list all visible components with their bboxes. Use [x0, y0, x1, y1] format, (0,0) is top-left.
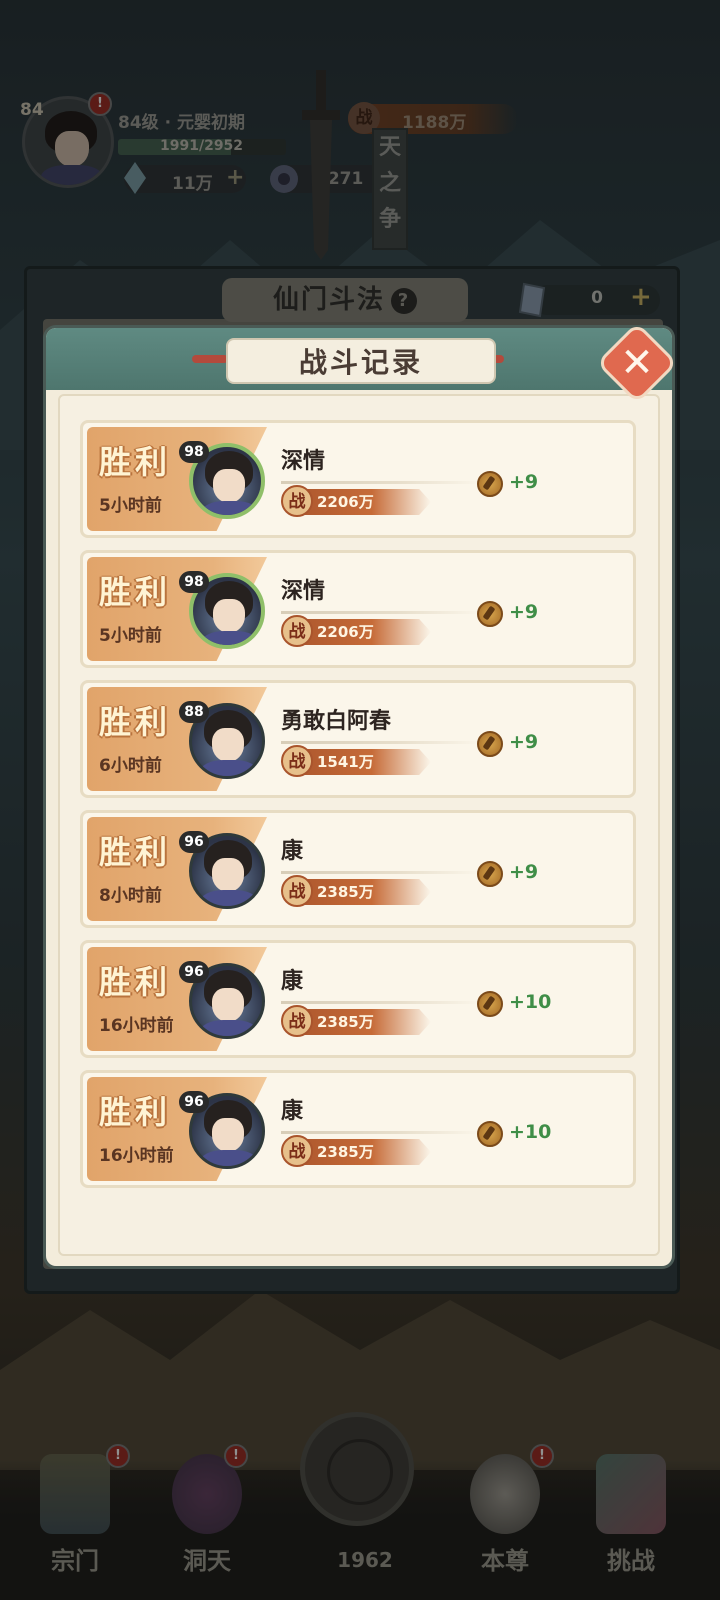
opponent-level: 98: [179, 441, 209, 463]
merit-coin-icon: [477, 991, 503, 1017]
result-label: 胜利: [99, 443, 172, 481]
power-badge-icon: 战: [281, 485, 313, 517]
avatar-face: [212, 1118, 244, 1152]
opponent-name: 深情: [281, 449, 326, 474]
reward-amount: +9: [509, 731, 539, 753]
result-label: 胜利: [99, 833, 172, 871]
merit-coin-icon: [477, 1121, 503, 1147]
power-badge-icon: 战: [281, 1135, 313, 1167]
battle-record-list[interactable]: 胜利 5小时前 98 深情 战 2206万 +9 胜利 5小时前 98 深情 战…: [80, 420, 636, 1206]
name-divider: [281, 1131, 481, 1134]
name-divider: [281, 1001, 481, 1004]
battle-record-row[interactable]: 胜利 16小时前 96 康 战 2385万 +10: [80, 940, 636, 1058]
opponent-name: 康: [281, 1099, 304, 1124]
reward-amount: +10: [509, 991, 552, 1013]
power-badge-icon: 战: [281, 615, 313, 647]
opponent-name: 康: [281, 969, 304, 994]
merit-coin-icon: [477, 471, 503, 497]
close-icon[interactable]: ✕: [608, 334, 666, 392]
battle-record-row[interactable]: 胜利 8小时前 96 康 战 2385万 +9: [80, 810, 636, 928]
opponent-power: 2385万: [317, 1143, 374, 1161]
power-badge-icon: 战: [281, 875, 313, 907]
avatar-face: [212, 858, 244, 892]
battle-record-row[interactable]: 胜利 6小时前 88 勇敢白阿春 战 1541万 +9: [80, 680, 636, 798]
avatar-face: [212, 728, 244, 762]
opponent-level: 96: [179, 1091, 209, 1113]
battle-record-row[interactable]: 胜利 5小时前 98 深情 战 2206万 +9: [80, 420, 636, 538]
opponent-level: 96: [179, 961, 209, 983]
record-time: 16小时前: [99, 1146, 174, 1166]
result-label: 胜利: [99, 703, 172, 741]
power-badge-icon: 战: [281, 1005, 313, 1037]
merit-coin-icon: [477, 601, 503, 627]
reward-amount: +10: [509, 1121, 552, 1143]
result-label: 胜利: [99, 573, 172, 611]
reward-amount: +9: [509, 471, 539, 493]
merit-coin-icon: [477, 861, 503, 887]
result-label: 胜利: [99, 963, 172, 1001]
battle-record-row[interactable]: 胜利 5小时前 98 深情 战 2206万 +9: [80, 550, 636, 668]
opponent-power: 2206万: [317, 623, 374, 641]
record-time: 5小时前: [99, 496, 162, 516]
avatar-face: [213, 599, 245, 633]
name-divider: [281, 741, 481, 744]
battle-record-row[interactable]: 胜利 16小时前 96 康 战 2385万 +10: [80, 1070, 636, 1188]
opponent-level: 98: [179, 571, 209, 593]
name-divider: [281, 871, 481, 874]
opponent-name: 勇敢白阿春: [281, 709, 392, 734]
avatar-face: [213, 469, 245, 503]
opponent-power: 2206万: [317, 493, 374, 511]
opponent-power: 1541万: [317, 753, 374, 771]
result-label: 胜利: [99, 1093, 172, 1131]
opponent-level: 88: [179, 701, 209, 723]
record-time: 5小时前: [99, 626, 162, 646]
reward-amount: +9: [509, 861, 539, 883]
title-knot-left: [192, 355, 228, 363]
avatar-face: [212, 988, 244, 1022]
power-badge-icon: 战: [281, 745, 313, 777]
record-time: 16小时前: [99, 1016, 174, 1036]
name-divider: [281, 481, 481, 484]
reward-amount: +9: [509, 601, 539, 623]
record-time: 6小时前: [99, 756, 162, 776]
opponent-name: 深情: [281, 579, 326, 604]
record-time: 8小时前: [99, 886, 162, 906]
name-divider: [281, 611, 481, 614]
modal-title: 战斗记录: [226, 338, 496, 384]
opponent-level: 96: [179, 831, 209, 853]
opponent-power: 2385万: [317, 883, 374, 901]
opponent-name: 康: [281, 839, 304, 864]
merit-coin-icon: [477, 731, 503, 757]
opponent-power: 2385万: [317, 1013, 374, 1031]
